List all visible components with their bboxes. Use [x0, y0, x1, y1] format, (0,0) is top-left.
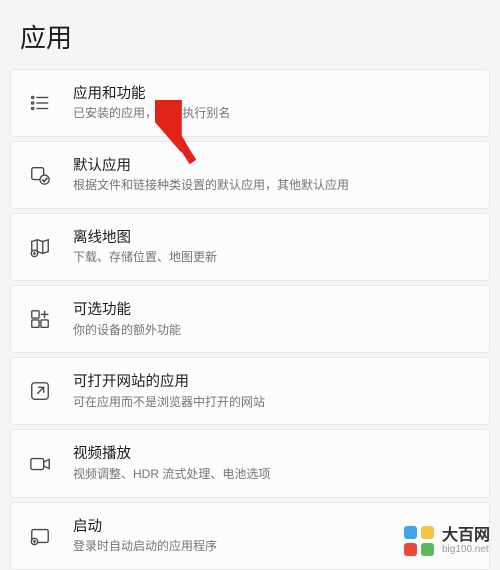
item-desc: 你的设备的额外功能 — [73, 322, 473, 339]
video-playback-item[interactable]: 视频播放 视频调整、HDR 流式处理、电池选项 — [10, 429, 490, 497]
apps-for-websites-item[interactable]: 可打开网站的应用 可在应用而不是浏览器中打开的网站 — [10, 357, 490, 425]
item-desc: 下载、存储位置、地图更新 — [73, 249, 473, 266]
list-icon — [27, 90, 53, 116]
page-title: 应用 — [0, 0, 500, 69]
item-title: 默认应用 — [73, 156, 473, 176]
item-desc: 可在应用而不是浏览器中打开的网站 — [73, 394, 473, 411]
video-icon — [27, 451, 53, 477]
item-title: 视频播放 — [73, 444, 473, 464]
item-title: 离线地图 — [73, 228, 473, 248]
open-website-icon — [27, 378, 53, 404]
item-desc: 视频调整、HDR 流式处理、电池选项 — [73, 466, 473, 483]
item-title: 应用和功能 — [73, 84, 473, 104]
offline-maps-item[interactable]: 离线地图 下载、存储位置、地图更新 — [10, 213, 490, 281]
watermark-name: 大百网 — [442, 527, 490, 545]
item-desc: 根据文件和链接种类设置的默认应用，其他默认应用 — [73, 177, 473, 194]
map-icon — [27, 234, 53, 260]
settings-list: 应用和功能 已安装的应用， 用执行别名 默认应用 根据文件和链接种类设置的默认应… — [0, 69, 500, 570]
default-apps-icon — [27, 162, 53, 188]
item-title: 可选功能 — [73, 300, 473, 320]
startup-icon — [27, 523, 53, 549]
grid-plus-icon — [27, 306, 53, 332]
apps-features-item[interactable]: 应用和功能 已安装的应用， 用执行别名 — [10, 69, 490, 137]
item-title: 可打开网站的应用 — [73, 372, 473, 392]
watermark: 大百网 big100.net — [402, 524, 490, 558]
watermark-logo-icon — [402, 524, 436, 558]
default-apps-item[interactable]: 默认应用 根据文件和链接种类设置的默认应用，其他默认应用 — [10, 141, 490, 209]
watermark-url: big100.net — [442, 544, 490, 555]
item-desc: 已安装的应用， 用执行别名 — [73, 105, 473, 122]
optional-features-item[interactable]: 可选功能 你的设备的额外功能 — [10, 285, 490, 353]
